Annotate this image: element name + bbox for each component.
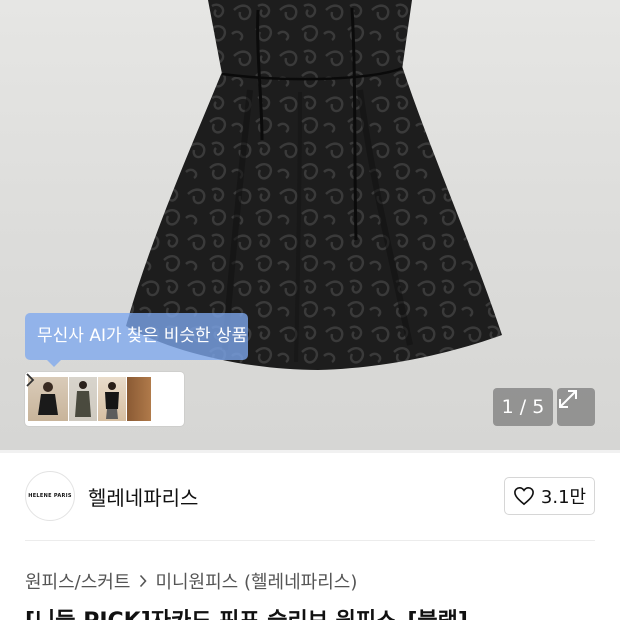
chevron-right-icon (26, 373, 35, 387)
similar-products-card[interactable] (25, 372, 184, 426)
chevron-right-icon (140, 574, 148, 588)
ai-similar-tooltip[interactable]: 무신사 AI가 찾은 비슷한 상품 (25, 313, 248, 367)
product-title: [니들 PICK]자카드 핀포 슬리브 원피스_[블랙] (25, 603, 468, 620)
like-count: 3.1만 (540, 487, 587, 508)
like-button[interactable]: 3.1만 (504, 477, 595, 515)
heart-icon (513, 486, 534, 506)
product-image-gallery[interactable]: 무신사 AI가 찾은 비슷한 상품 1 / 5 (0, 0, 620, 450)
breadcrumb-category[interactable]: 원피스/스커트 (25, 568, 130, 594)
brand-logo[interactable]: HELENE PARIS (25, 471, 75, 521)
similar-thumbnail[interactable] (69, 377, 97, 421)
brand-row: HELENE PARIS 헬레네파리스 3.1만 (0, 453, 620, 539)
breadcrumb: 원피스/스커트 미니원피스 (헬레네파리스) (25, 568, 357, 594)
similar-thumbnail[interactable] (98, 377, 126, 421)
ai-tooltip-text: 무신사 AI가 찾은 비슷한 상품 (37, 326, 248, 346)
similar-thumbnail[interactable] (127, 377, 151, 421)
breadcrumb-subcategory[interactable]: 미니원피스 (헬레네파리스) (155, 568, 357, 594)
expand-button[interactable] (557, 388, 595, 426)
brand-logo-text: HELENE PARIS (28, 493, 72, 499)
brand-name[interactable]: 헬레네파리스 (88, 482, 198, 511)
image-counter: 1 / 5 (493, 388, 553, 426)
section-divider (25, 540, 595, 541)
expand-icon (559, 390, 577, 408)
